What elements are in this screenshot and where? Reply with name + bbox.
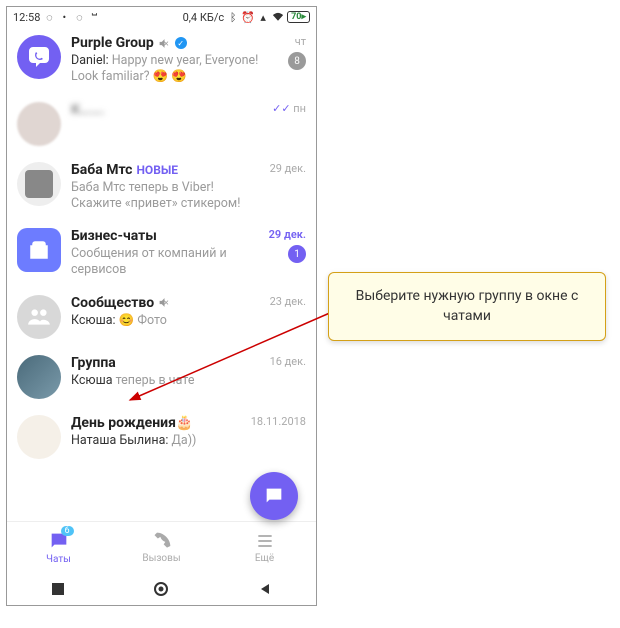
chat-time: чт xyxy=(295,35,306,48)
unread-badge: 1 xyxy=(288,245,306,263)
new-tag: НОВЫЕ xyxy=(136,163,178,177)
chat-row[interactable]: Группа Ксюша теперь в чате 16 дек. xyxy=(7,347,316,407)
chat-title: Бизнес-чаты xyxy=(71,228,157,244)
chevron-icon: ⵯ xyxy=(88,11,100,23)
chat-row[interactable]: Сообщество Ксюша: 😊 Фото 23 дек. xyxy=(7,287,316,347)
chat-title: Баба Мтс xyxy=(71,162,132,178)
chat-preview: Сообщения от компаний и сервисов xyxy=(71,246,259,279)
avatar xyxy=(17,355,61,399)
recent-apps-icon[interactable] xyxy=(51,582,65,596)
clock: 12:58 xyxy=(13,11,40,24)
avatar xyxy=(17,295,61,339)
chat-row[interactable]: День рождения🎂 Наташа Былина: Да)) 18.11… xyxy=(7,407,316,467)
chat-preview: Ксюша: 😊 Фото xyxy=(71,313,260,329)
notification-dot-icon: • xyxy=(58,11,70,23)
chat-time: ✓✓ пн xyxy=(272,102,306,115)
nav-badge: 6 xyxy=(61,526,74,536)
chat-time: 29 дек. xyxy=(270,162,306,175)
nav-calls[interactable]: Вызовы xyxy=(110,522,213,573)
unread-badge: 8 xyxy=(288,52,306,70)
callout-text: Выберите нужную группу в окне с чатами xyxy=(356,288,579,324)
avatar xyxy=(17,162,61,206)
chat-row[interactable]: Бизнес-чаты Сообщения от компаний и серв… xyxy=(7,220,316,287)
battery-icon: 70▸ xyxy=(287,11,310,23)
back-icon[interactable] xyxy=(258,582,272,596)
chat-preview: Баба Мтс теперь в Viber! Скажите «привет… xyxy=(71,180,260,213)
read-ticks-icon: ✓✓ xyxy=(272,102,290,115)
verified-icon: ✓ xyxy=(175,37,187,49)
nav-more[interactable]: Ещё xyxy=(213,522,316,573)
signal-icon: ▴ xyxy=(257,11,269,23)
chat-time: 16 дек. xyxy=(270,355,306,368)
callout-tooltip: Выберите нужную группу в окне с чатами xyxy=(328,272,606,341)
bottom-nav: Чаты 6 Вызовы Ещё xyxy=(7,521,316,573)
chat-preview: Daniel: Happy new year, Everyone! Look f… xyxy=(71,53,278,86)
system-nav xyxy=(7,573,316,605)
chat-title: Группа xyxy=(71,355,116,371)
phone-frame: 12:58 ◌ • ◌ ⵯ 0,4 КБ/с ᛒ ⏰ ▴ 70▸ Purple … xyxy=(6,6,317,606)
chat-preview: Ксюша теперь в чате xyxy=(71,373,260,389)
chat-row[interactable]: Баба Мтс НОВЫЕ Баба Мтс теперь в Viber! … xyxy=(7,154,316,221)
chat-title: К……. xyxy=(71,102,105,118)
chat-list[interactable]: Purple Group ✓ Daniel: Happy new year, E… xyxy=(7,27,316,521)
viber-icon: ◌ xyxy=(73,11,85,23)
chat-row[interactable]: К……. ✓✓ пн xyxy=(7,94,316,154)
speaker-muted-icon xyxy=(158,37,171,50)
compose-fab[interactable] xyxy=(250,472,298,520)
chat-time: 18.11.2018 xyxy=(251,415,306,428)
chat-time: 29 дек. xyxy=(269,228,306,241)
chat-title: Сообщество xyxy=(71,295,154,311)
avatar xyxy=(17,102,61,146)
speaker-muted-icon xyxy=(158,296,171,309)
home-icon[interactable] xyxy=(153,581,169,597)
bluetooth-icon: ᛒ xyxy=(227,11,239,23)
avatar xyxy=(17,415,61,459)
viber-icon: ◌ xyxy=(43,11,55,23)
avatar xyxy=(17,35,61,79)
nav-chats[interactable]: Чаты 6 xyxy=(7,522,110,573)
alarm-icon: ⏰ xyxy=(242,11,254,23)
wifi-icon xyxy=(272,11,284,23)
chat-row[interactable]: Purple Group ✓ Daniel: Happy new year, E… xyxy=(7,27,316,94)
chat-preview: Наташа Былина: Да)) xyxy=(71,433,241,449)
chat-title: Purple Group xyxy=(71,35,154,51)
status-bar: 12:58 ◌ • ◌ ⵯ 0,4 КБ/с ᛒ ⏰ ▴ 70▸ xyxy=(7,7,316,27)
net-speed: 0,4 КБ/с xyxy=(183,11,225,24)
chat-title: День рождения🎂 xyxy=(71,415,193,431)
chat-time: 23 дек. xyxy=(270,295,306,308)
avatar xyxy=(17,228,61,272)
